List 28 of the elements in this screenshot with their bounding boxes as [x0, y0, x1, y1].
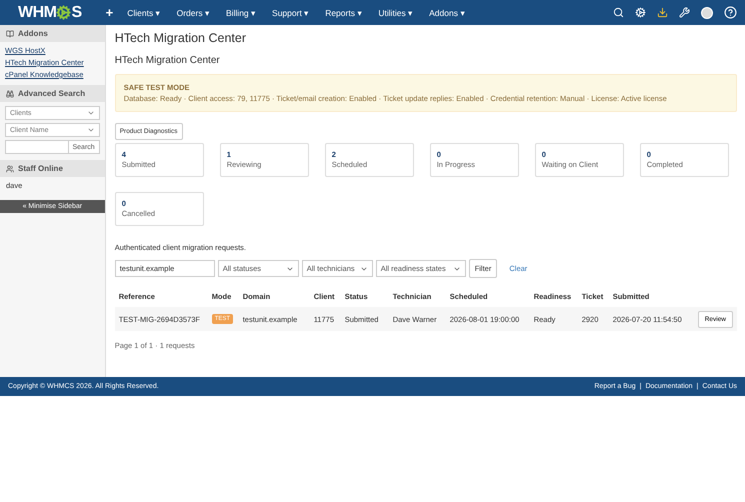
logo-text: WHM: [18, 4, 56, 22]
avatar-icon[interactable]: [701, 6, 713, 18]
search-icon[interactable]: [613, 7, 624, 18]
page-title: HTech Migration Center: [114, 31, 247, 45]
users-icon: [6, 164, 14, 172]
nav-menu[interactable]: Utilities ▾: [378, 8, 414, 18]
chevron-icon: [86, 126, 95, 134]
nav-menu[interactable]: Clients ▾: [127, 8, 161, 18]
wrench-icon[interactable]: [679, 7, 690, 18]
search-input[interactable]: [5, 140, 68, 154]
page-subtitle: HTech Migration Center: [114, 55, 221, 66]
sidebar-heading: Staff Online: [0, 160, 105, 177]
add-menu[interactable]: +: [106, 5, 114, 20]
book-icon: [6, 30, 14, 38]
download-icon[interactable]: [657, 7, 668, 18]
gear-icon: [56, 5, 72, 20]
help-icon[interactable]: [724, 6, 737, 19]
nav-menu[interactable]: Support ▾: [272, 8, 310, 18]
nav-menu[interactable]: Addons ▾: [429, 8, 466, 18]
settings-icon[interactable]: [635, 7, 646, 18]
nav-menu[interactable]: Reports ▾: [325, 8, 362, 18]
nav-menu[interactable]: Orders ▾: [176, 8, 210, 18]
binoculars-icon: [6, 90, 14, 98]
sidebar-heading: Advanced Search: [0, 85, 105, 102]
chevron-icon: [86, 109, 95, 117]
nav-menu[interactable]: Billing ▾: [226, 8, 256, 18]
sidebar-heading: Addons: [0, 25, 105, 42]
logo-text: S: [71, 4, 82, 22]
